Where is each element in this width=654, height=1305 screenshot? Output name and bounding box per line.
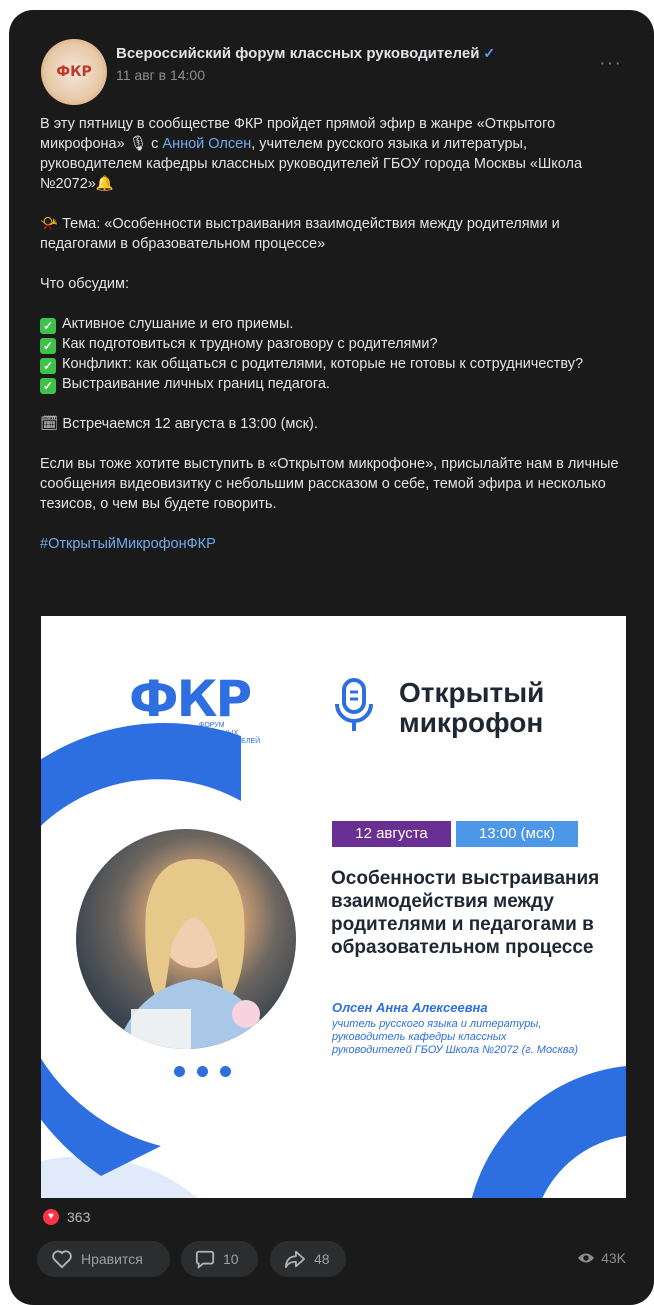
post-topic: 📯 Тема: «Особенности выстраивания взаимо…	[40, 216, 560, 252]
checkmark-icon: ✓	[40, 378, 56, 394]
views-count: 43K	[601, 1250, 626, 1266]
speaker-photo	[76, 829, 296, 1049]
share-button[interactable]: 48	[270, 1241, 346, 1277]
time-badge: 13:00 (мск)	[456, 821, 578, 847]
invite-text: Если вы тоже хотите выступить в «Открыто…	[40, 456, 619, 512]
meeting-info: 🗓 Встречаемся 12 августа в 13:00 (мск).	[40, 416, 318, 432]
carousel-dot[interactable]	[174, 1066, 185, 1077]
author-name-text[interactable]: Всероссийский форум классных руководител…	[116, 45, 479, 62]
speaker-photo-figure	[116, 859, 276, 1049]
like-label: Нравится	[81, 1251, 143, 1267]
checkmark-icon: ✓	[40, 338, 56, 354]
banner-title-line: Открытый	[399, 677, 545, 708]
fkr-logo: ФКР	[129, 670, 252, 728]
post-paragraph-intro: В эту пятницу в сообществе ФКР пройдет п…	[40, 114, 630, 194]
post-text: В эту пятницу в сообществе ФКР пройдет п…	[40, 114, 630, 554]
date-badge: 12 августа	[332, 821, 451, 847]
list-item-text: Активное слушание и его приемы.	[62, 316, 294, 332]
list-item-text: Конфликт: как общаться с родителями, кот…	[62, 356, 584, 372]
comment-button[interactable]: 10	[181, 1241, 258, 1277]
list-item: ✓ Конфликт: как общаться с родителями, ко…	[40, 354, 630, 374]
post-date[interactable]: 11 авг в 14:00	[116, 67, 205, 83]
list-item: ✓ Активное слушание и его приемы.	[40, 314, 630, 334]
reactions-summary[interactable]: ♥ 363	[43, 1209, 90, 1225]
avatar-logo-text: ФКР	[56, 64, 92, 80]
share-icon	[284, 1250, 305, 1269]
post-card: ФКР Всероссийский форум классных руковод…	[9, 10, 654, 1305]
logo-sub-line: КЛАССНЫХ	[199, 730, 239, 737]
shares-count: 48	[314, 1251, 330, 1267]
carousel-dots	[174, 1064, 243, 1082]
microphone-icon	[335, 678, 373, 731]
checkmark-icon: ✓	[40, 358, 56, 374]
checkmark-icon: ✓	[40, 318, 56, 334]
logo-sub-line: РУКОВОДИТЕЛЕЙ	[199, 738, 261, 745]
list-item: ✓ Выстраивание личных границ педагога.	[40, 374, 630, 394]
banner-title-line: микрофон	[399, 707, 544, 738]
heart-reaction-icon: ♥	[43, 1209, 59, 1225]
post-image[interactable]: ФКР ФОРУМ КЛАССНЫХ РУКОВОДИТЕЛЕЙ Открыты…	[41, 616, 626, 1198]
author-name[interactable]: Всероссийский форум классных руководител…	[116, 45, 495, 62]
carousel-dot[interactable]	[197, 1066, 208, 1077]
comments-count: 10	[223, 1251, 239, 1267]
list-item-text: Выстраивание личных границ педагога.	[62, 376, 330, 392]
verified-icon: ✓	[483, 45, 496, 61]
eye-icon	[577, 1253, 595, 1263]
list-item: ✓ Как подготовиться к трудному разговору …	[40, 334, 630, 354]
list-item-text: Как подготовиться к трудному разговору с…	[62, 336, 438, 352]
community-avatar[interactable]: ФКР	[41, 39, 107, 105]
discuss-title: Что обсудим:	[40, 276, 130, 292]
speaker-name: Олсен Анна Алексеевна	[332, 1000, 488, 1015]
views-counter: 43K	[577, 1250, 626, 1266]
mention-link[interactable]: Анной Олсен	[162, 136, 251, 152]
fkr-logo-subtitle: ФОРУМ КЛАССНЫХ РУКОВОДИТЕЛЕЙ	[199, 722, 260, 746]
speaker-description: учитель русского языка и литературы, рук…	[332, 1018, 579, 1056]
hashtag-link[interactable]: #ОткрытыйМикрофонФКР	[40, 534, 630, 554]
like-button[interactable]: Нравится	[37, 1241, 170, 1277]
likes-count: 363	[67, 1209, 91, 1225]
comment-icon	[195, 1250, 215, 1269]
logo-sub-line: ФОРУМ	[199, 722, 225, 729]
banner-topic: Особенности выстраивания взаимодействия …	[331, 868, 600, 958]
banner-title: Открытый микрофон	[399, 678, 544, 738]
more-options-icon[interactable]: ···	[599, 52, 622, 75]
heart-icon	[52, 1250, 72, 1269]
carousel-dot[interactable]	[220, 1066, 231, 1077]
